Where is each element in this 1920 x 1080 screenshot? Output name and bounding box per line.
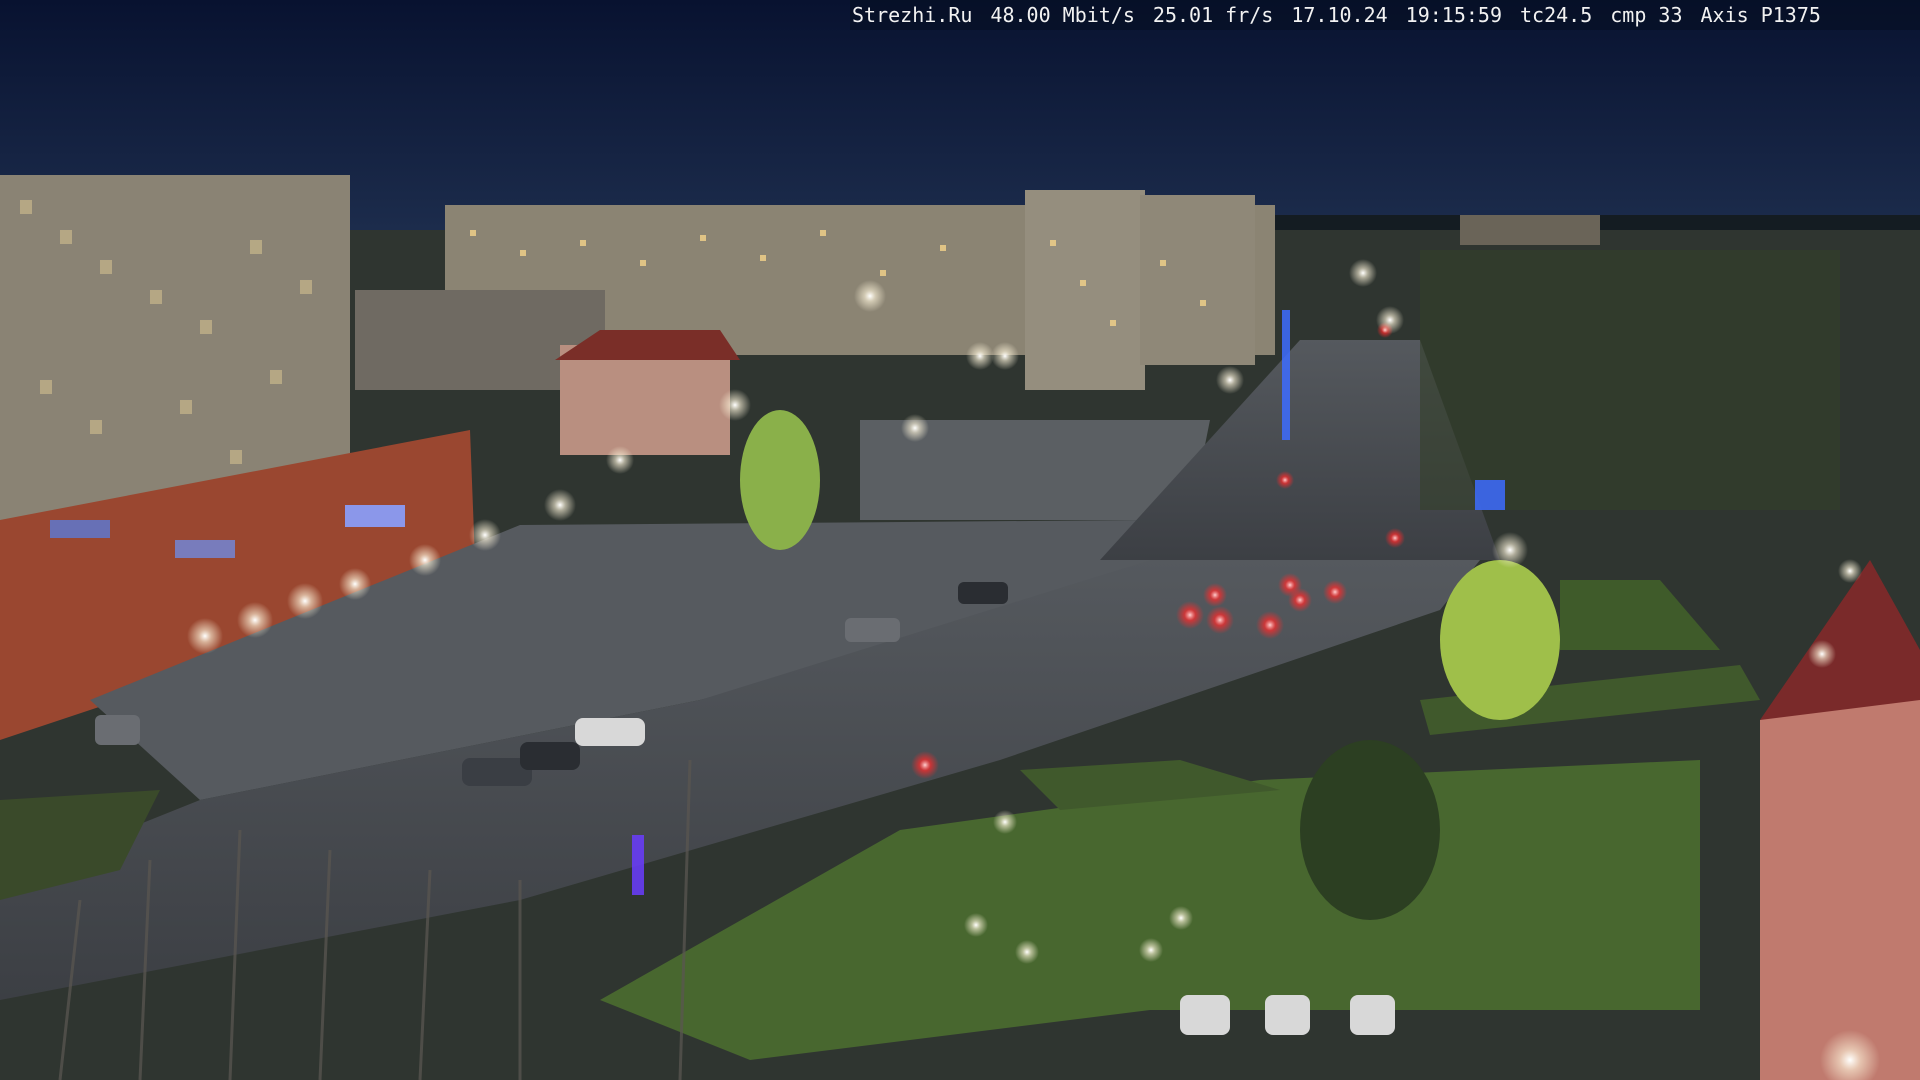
store-sign-left <box>50 520 110 538</box>
night-city-view <box>0 0 1920 1080</box>
overlay-site: Strezhi.Ru <box>852 3 973 27</box>
building-right <box>1760 660 1920 1080</box>
building-tall-center <box>1025 190 1145 390</box>
overlay-camera: Axis P1375 <box>1700 3 1821 27</box>
overlay-bitrate: 48.00 Mbit/s <box>990 3 1135 27</box>
building-red-roof <box>560 345 730 455</box>
overlay-time: 19:15:59 <box>1405 3 1502 27</box>
overlay-cmp: cmp 33 <box>1610 3 1683 27</box>
overlay-framerate: 25.01 fr/s <box>1152 3 1274 27</box>
camera-overlay: Strezhi.Ru 48.00 Mbit/s 25.01 fr/s 17.10.24… <box>850 0 1920 30</box>
building-far-right <box>1460 215 1600 245</box>
overlay-tc: tc24.5 <box>1520 3 1593 27</box>
webcam-scene: Strezhi.Ru 48.00 Mbit/s 25.01 fr/s 17.10.24… <box>0 0 1920 1080</box>
store-sign-right <box>345 505 405 527</box>
overlay-date: 17.10.24 <box>1291 3 1388 27</box>
store-sign-mid <box>175 540 235 558</box>
building-tall-center-2 <box>1140 195 1255 365</box>
